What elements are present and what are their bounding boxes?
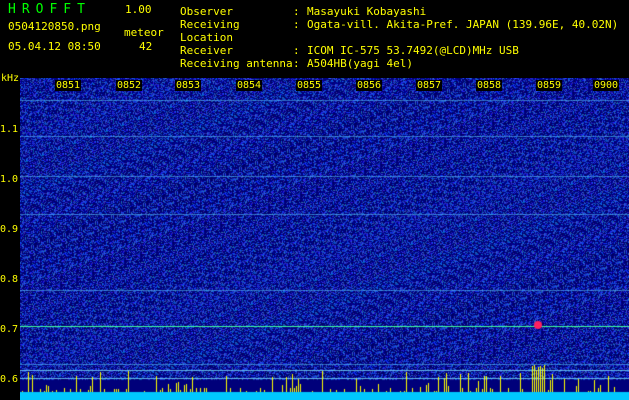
info-key: Receiver [180,44,233,57]
x-tick-label: 0857 [416,80,443,91]
x-tick-label: 0858 [476,80,503,91]
x-tick-label: 0856 [356,80,383,91]
info-row-observer: Observer: Masayuki Kobayashi [180,5,618,18]
spectrogram-canvas [20,78,629,400]
x-tick-label: 0851 [55,80,82,91]
y-tick-label: 1.1 [0,124,19,135]
info-sep: : [293,18,300,31]
info-value: A504HB(yagi 4el) [307,57,413,70]
info-sep: : [293,5,300,18]
x-tick-label: 0853 [175,80,202,91]
file-name: 0504120850.png [8,20,101,33]
info-row-antenna: Receiving antenna: A504HB(yagi 4el) [180,57,618,70]
x-tick-label: 0900 [593,80,620,91]
info-sep: : [293,57,300,70]
meteor-label: meteor [124,26,164,39]
y-tick-label: 0.7 [0,324,19,335]
meteor-count: 42 [139,40,153,53]
x-tick-label: 0859 [536,80,563,91]
info-value: Masayuki Kobayashi [307,5,427,18]
app-version: 1.00 [125,3,152,16]
x-tick-label: 0855 [296,80,323,91]
app-title: HROFFT [8,2,91,17]
info-row-receiver: Receiver: ICOM IC-575 53.7492(@LCD)MHz US… [180,44,618,57]
y-tick-label: 0.8 [0,274,19,285]
frequency-unit: kHz [1,73,20,84]
info-row-location: Receiving Location: Ogata-vill. Akita-Pre… [180,18,618,44]
info-value: Ogata-vill. Akita-Pref. JAPAN (139.96E, … [307,18,619,31]
timestamp: 05.04.12 08:50 [8,40,101,53]
info-sep: : [293,44,300,57]
x-tick-label: 0854 [236,80,263,91]
info-key: Observer [180,5,233,18]
x-tick-label: 0852 [116,80,143,91]
y-tick-label: 1.0 [0,174,19,185]
y-tick-label: 0.6 [0,374,19,385]
info-key: Receiving antenna [180,57,293,70]
station-info: Observer: Masayuki Kobayashi Receiving Lo… [180,5,618,70]
info-value: ICOM IC-575 53.7492(@LCD)MHz USB [307,44,519,57]
info-key: Receiving Location [180,18,240,44]
y-tick-label: 0.9 [0,224,19,235]
